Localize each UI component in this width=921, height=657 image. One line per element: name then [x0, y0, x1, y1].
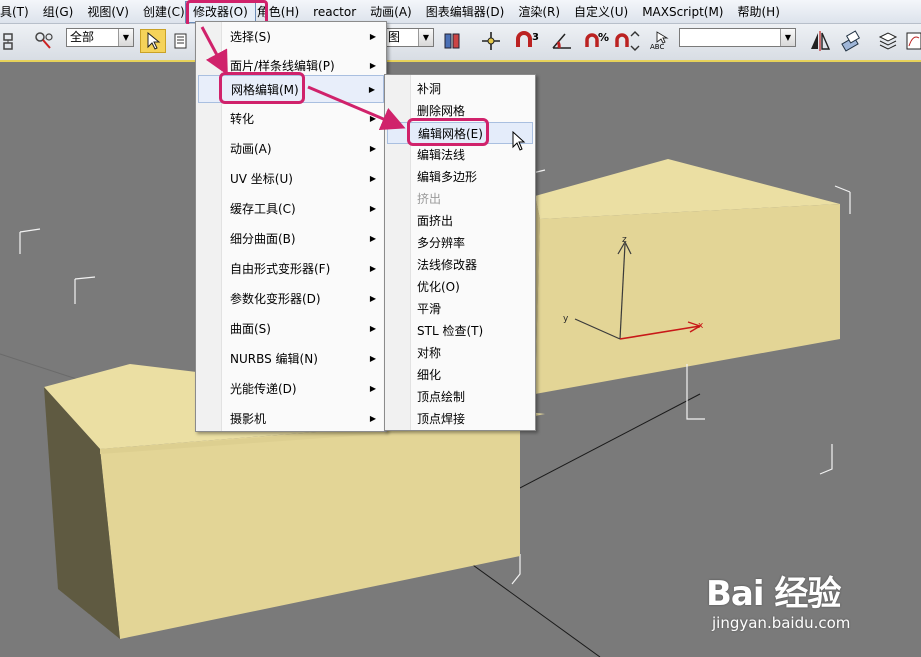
selection-filter-dropdown[interactable]: 全部 ▼	[66, 28, 134, 47]
menu-help[interactable]: 帮助(H)	[731, 2, 787, 22]
menu-item-label: 细分曲面(B)	[230, 232, 296, 246]
submenu-arrow-icon: ▶	[369, 174, 376, 183]
chevron-down-icon: ▼	[118, 29, 133, 46]
menu-views[interactable]: 视图(V)	[80, 2, 136, 22]
menu-item-cache-tools[interactable]: 缓存工具(C) ▶	[198, 195, 384, 223]
link-icon[interactable]	[0, 29, 26, 53]
submenu-arrow-icon: ▶	[369, 114, 376, 123]
align-icon[interactable]	[838, 29, 866, 53]
bind-icon[interactable]	[30, 29, 58, 53]
menu-item-tessellate[interactable]: 细化	[387, 364, 533, 386]
menu-item-label: NURBS 编辑(N)	[230, 352, 318, 366]
menu-group[interactable]: 组(G)	[36, 2, 81, 22]
svg-text:%: %	[598, 31, 609, 44]
menu-customize[interactable]: 自定义(U)	[567, 2, 635, 22]
menu-item-vertex-weld[interactable]: 顶点焊接	[387, 408, 533, 430]
submenu-arrow-icon: ▶	[369, 354, 376, 363]
angle-snap-icon[interactable]	[548, 29, 578, 53]
menu-item-label: 自由形式变形器(F)	[230, 262, 331, 276]
move-icon[interactable]	[478, 29, 504, 53]
submenu-arrow-icon: ▶	[369, 204, 376, 213]
svg-text:3: 3	[532, 32, 539, 43]
menu-bar: 具(T) 组(G) 视图(V) 创建(C) 修改器(O) 角色(H) react…	[0, 0, 921, 24]
chevron-down-icon: ▼	[780, 29, 795, 46]
menu-item-label: 摄影机	[230, 412, 267, 426]
axis-label-x: x	[698, 321, 704, 331]
submenu-arrow-icon: ▶	[369, 32, 376, 41]
menu-item-free-form-deformers[interactable]: 自由形式变形器(F) ▶	[198, 255, 384, 283]
menu-item-label: 选择(S)	[230, 30, 271, 44]
menu-item-stl-check[interactable]: STL 检查(T)	[387, 320, 533, 342]
menu-item-label: UV 坐标(U)	[230, 172, 293, 186]
menu-create[interactable]: 创建(C)	[136, 2, 186, 22]
menu-item-surface[interactable]: 曲面(S) ▶	[198, 315, 384, 343]
spinner-snap-icon[interactable]	[612, 29, 642, 53]
menu-item-nurbs-editing[interactable]: NURBS 编辑(N) ▶	[198, 345, 384, 373]
menu-item-normal-modifier[interactable]: 法线修改器	[387, 254, 533, 276]
menu-item-edit-poly[interactable]: 编辑多边形	[387, 166, 533, 188]
submenu-arrow-icon: ▶	[369, 234, 376, 243]
menu-item-multires[interactable]: 多分辨率	[387, 232, 533, 254]
menu-item-uv-coordinates[interactable]: UV 坐标(U) ▶	[198, 165, 384, 193]
menu-maxscript[interactable]: MAXScript(M)	[635, 2, 730, 22]
main-toolbar: 全部 ▼ 图 ▼ 3 % ABC ▼	[0, 24, 921, 62]
menu-item-parametric-deformers[interactable]: 参数化变形器(D) ▶	[198, 285, 384, 313]
edit-named-selection-icon[interactable]: ABC	[648, 29, 676, 53]
submenu-arrow-icon: ▶	[369, 414, 376, 423]
curve-editor-icon[interactable]	[904, 29, 921, 53]
submenu-arrow-icon: ▶	[368, 85, 375, 94]
watermark-logo: Bai 经验	[706, 574, 841, 614]
menu-item-face-extrude[interactable]: 面挤出	[387, 210, 533, 232]
menu-item-label: 缓存工具(C)	[230, 202, 296, 216]
mesh-edit-highlight	[219, 72, 305, 104]
watermark: Bai 经验 jingyan.baidu.com	[706, 566, 906, 646]
menu-item-conversion[interactable]: 转化 ▶	[198, 105, 384, 133]
layers-icon[interactable]	[874, 29, 902, 53]
svg-text:ABC: ABC	[650, 43, 664, 51]
menu-item-label: 曲面(S)	[230, 322, 271, 336]
menu-tools[interactable]: 具(T)	[0, 2, 36, 22]
selection-filter-value: 全部	[70, 30, 95, 44]
mirror-icon[interactable]	[806, 29, 834, 53]
menu-item-vertex-paint[interactable]: 顶点绘制	[387, 386, 533, 408]
submenu-arrow-icon: ▶	[369, 264, 376, 273]
menu-animation[interactable]: 动画(A)	[363, 2, 419, 22]
pivot-icon[interactable]	[440, 29, 464, 53]
select-by-name-icon[interactable]	[170, 29, 194, 53]
axis-label-y: y	[563, 314, 569, 324]
menu-item-symmetry[interactable]: 对称	[387, 342, 533, 364]
select-arrow-icon[interactable]	[140, 29, 166, 53]
named-selection-dropdown[interactable]: ▼	[679, 28, 796, 47]
menu-item-subdivision-surfaces[interactable]: 细分曲面(B) ▶	[198, 225, 384, 253]
reference-coord-value: 图	[388, 30, 401, 44]
menu-item-label: 参数化变形器(D)	[230, 292, 321, 306]
watermark-url: jingyan.baidu.com	[712, 614, 851, 632]
edit-mesh-highlight	[407, 118, 489, 146]
submenu-arrow-icon: ▶	[369, 384, 376, 393]
percent-snap-icon[interactable]: %	[582, 29, 612, 53]
menu-item-optimize[interactable]: 优化(O)	[387, 276, 533, 298]
menu-item-radiosity[interactable]: 光能传递(D) ▶	[198, 375, 384, 403]
axis-label-z: z	[622, 235, 627, 245]
submenu-arrow-icon: ▶	[369, 144, 376, 153]
snap-3d-icon[interactable]: 3	[512, 29, 542, 53]
menu-item-label: 转化	[230, 112, 255, 126]
chevron-down-icon: ▼	[418, 29, 433, 46]
menu-item-label: 动画(A)	[230, 142, 272, 156]
menu-graph-editors[interactable]: 图表编辑器(D)	[419, 2, 512, 22]
menu-item-cameras[interactable]: 摄影机 ▶	[198, 405, 384, 433]
menu-item-selection[interactable]: 选择(S) ▶	[198, 23, 384, 51]
menu-item-extrude: 挤出	[417, 192, 442, 206]
submenu-arrow-icon: ▶	[369, 294, 376, 303]
menu-item-animation[interactable]: 动画(A) ▶	[198, 135, 384, 163]
menu-item-label: 光能传递(D)	[230, 382, 297, 396]
submenu-arrow-icon: ▶	[369, 324, 376, 333]
menu-item-label: 面片/样条线编辑(P)	[230, 59, 335, 73]
menu-item-smooth[interactable]: 平滑	[387, 298, 533, 320]
cursor-icon	[512, 131, 526, 151]
menu-reactor[interactable]: reactor	[306, 2, 363, 22]
menu-item-cap-holes[interactable]: 补洞	[387, 78, 533, 100]
menu-rendering[interactable]: 渲染(R)	[511, 2, 567, 22]
reference-coord-dropdown[interactable]: 图 ▼	[384, 28, 434, 47]
